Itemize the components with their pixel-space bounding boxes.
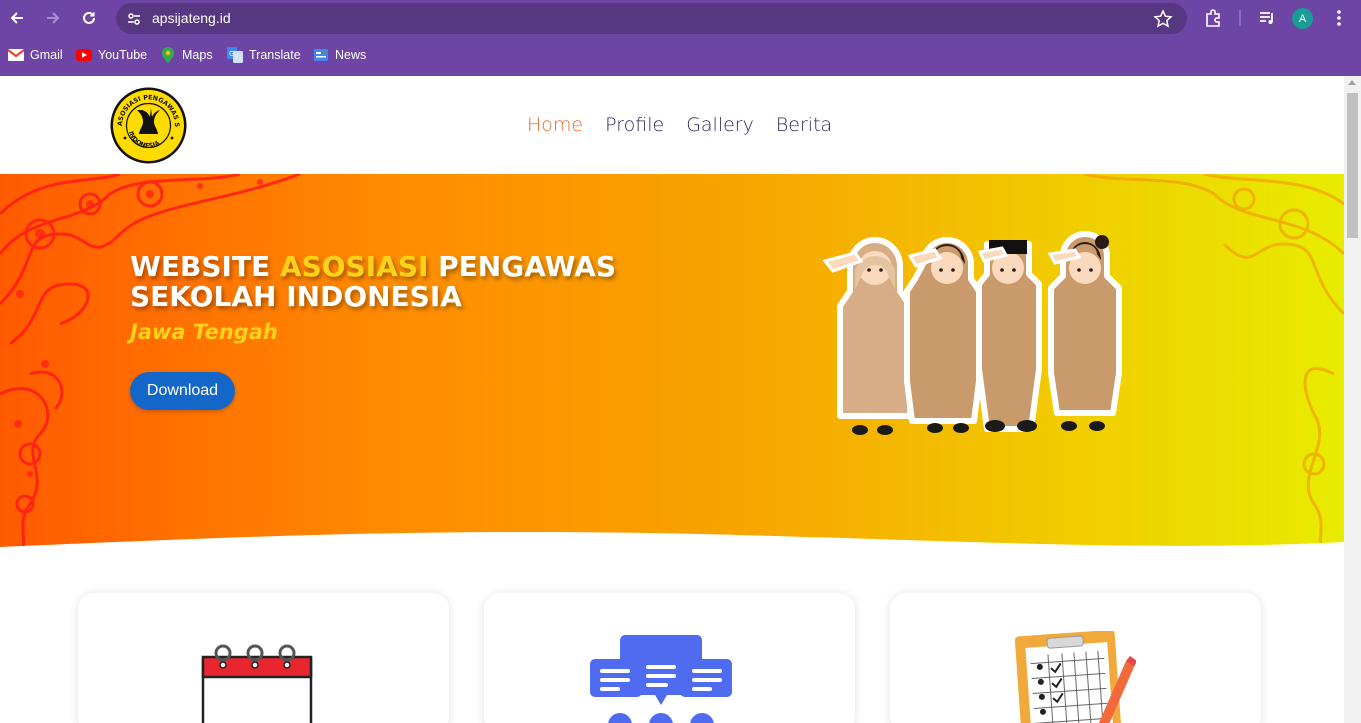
hero-title-part2: PENGAWAS: [428, 250, 617, 283]
browser-toolbar: apsijateng.id A: [0, 0, 1361, 36]
scroll-thumb[interactable]: [1347, 93, 1358, 238]
menu-profile[interactable]: Profile: [605, 114, 664, 136]
feature-card[interactable]: [890, 593, 1261, 723]
reload-button[interactable]: [77, 6, 101, 30]
bookmark-label: YouTube: [98, 48, 148, 62]
reload-icon: [83, 11, 95, 24]
site-logo[interactable]: ASOSIASI PENGAWAS SEKOLAH INDONESIA: [106, 80, 188, 165]
bookmark-label: Translate: [249, 48, 301, 62]
download-button[interactable]: Download: [130, 372, 235, 410]
svg-text:G: G: [229, 50, 234, 58]
hero-subtitle: Jawa Tengah: [130, 320, 278, 344]
scroll-up-arrow-icon[interactable]: [1348, 80, 1356, 85]
browser-chrome: apsijateng.id A Gmail YouTube Maps G Tra…: [0, 0, 1361, 76]
hero-wave: [0, 531, 1344, 554]
bookmark-gmail[interactable]: Gmail: [8, 46, 63, 64]
feature-card[interactable]: [484, 593, 855, 723]
url-text: apsijateng.id: [152, 10, 231, 26]
gmail-icon: [8, 47, 24, 63]
checklist-clipboard-icon: [1014, 631, 1136, 723]
web-page: ASOSIASI PENGAWAS SEKOLAH INDONESIA Home…: [0, 76, 1344, 723]
saluting-officials-illustration: [822, 231, 1122, 435]
bookmark-label: Gmail: [30, 48, 63, 62]
profile-avatar[interactable]: A: [1292, 8, 1313, 29]
maps-icon: [160, 47, 176, 63]
forward-arrow-icon: [47, 12, 60, 24]
calendar-icon: [201, 644, 313, 723]
media-controls-icon[interactable]: [1255, 6, 1279, 30]
forward-button[interactable]: [41, 6, 65, 30]
page-scrollbar[interactable]: [1344, 76, 1361, 723]
menu-gallery[interactable]: Gallery: [686, 114, 754, 136]
bookmarks-bar: Gmail YouTube Maps G Translate News: [0, 40, 1361, 68]
bookmark-label: News: [335, 48, 367, 62]
main-menu: Home Profile Gallery Berita: [527, 114, 832, 136]
back-arrow-icon: [10, 12, 23, 24]
bookmark-news[interactable]: News: [313, 46, 366, 64]
translate-icon: G: [227, 47, 243, 63]
feature-card[interactable]: [78, 593, 449, 723]
hero-title-part1: WEBSITE: [130, 250, 280, 283]
hero-banner: WEBSITE ASOSIASI PENGAWAS SEKOLAH INDONE…: [0, 174, 1344, 554]
feature-cards: [0, 593, 1344, 723]
hero-title-accent: ASOSIASI: [279, 250, 429, 283]
youtube-icon: [76, 47, 92, 63]
hero-title: WEBSITE ASOSIASI PENGAWAS SEKOLAH INDONE…: [130, 252, 616, 312]
back-button[interactable]: [5, 6, 29, 30]
bookmark-youtube[interactable]: YouTube: [76, 46, 147, 64]
site-info-icon[interactable]: [124, 9, 144, 29]
browser-menu-icon[interactable]: [1327, 6, 1351, 30]
hero-title-line2: SEKOLAH INDONESIA: [130, 280, 462, 313]
address-bar[interactable]: apsijateng.id: [116, 3, 1187, 34]
toolbar-separator: [1239, 10, 1241, 26]
site-header: ASOSIASI PENGAWAS SEKOLAH INDONESIA Home…: [0, 76, 1344, 174]
bookmark-maps[interactable]: Maps: [160, 46, 213, 64]
chat-bubbles-icon: [590, 635, 732, 723]
bookmark-label: Maps: [182, 48, 213, 62]
bookmark-star-icon[interactable]: [1153, 9, 1173, 29]
menu-home[interactable]: Home: [527, 114, 583, 136]
batik-ornament-left: [0, 174, 301, 554]
menu-berita[interactable]: Berita: [776, 114, 832, 136]
news-icon: [313, 47, 329, 63]
bookmark-translate[interactable]: G Translate: [227, 46, 301, 64]
extensions-icon[interactable]: [1201, 6, 1225, 30]
